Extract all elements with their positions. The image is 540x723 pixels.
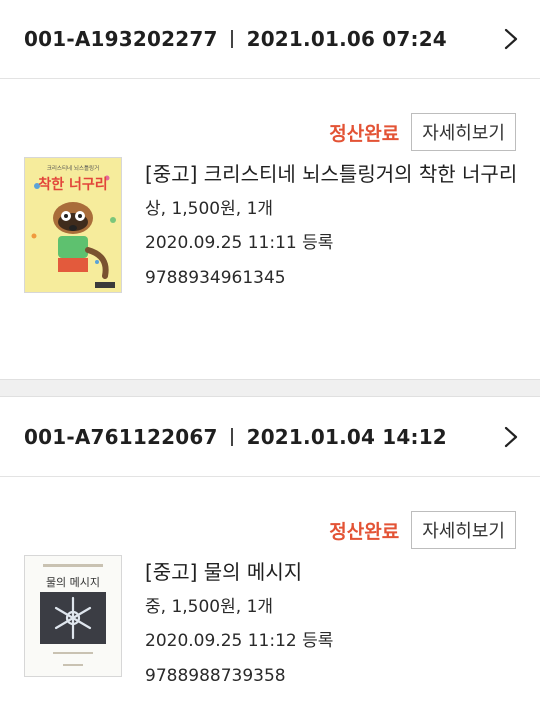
status-row: 정산완료 자세히보기 — [329, 113, 516, 151]
order-header[interactable]: 001-A761122067 2021.01.04 14:12 — [0, 397, 540, 477]
item-condition-price: 상, 1,500원, 1개 — [145, 199, 274, 219]
svg-text:착한 너구리: 착한 너구리 — [38, 176, 107, 193]
detail-button[interactable]: 자세히보기 — [411, 511, 516, 549]
status-badge: 정산완료 — [329, 122, 400, 145]
book-cover[interactable]: 물의 메시지 — [24, 555, 122, 677]
item-info: [중고] 물의 메시지 중, 1,500원, 1개 2020.09.25 11:… — [145, 557, 518, 686]
order-datetime: 2021.01.04 14:12 — [246, 424, 447, 449]
header-divider — [230, 30, 233, 48]
item-info: [중고] 크리스티네 뇌스틀링거의 착한 너구리 상, 1,500원, 1개 2… — [145, 159, 518, 288]
item-isbn: 9788988739358 — [145, 666, 286, 686]
order-id: 001-A193202277 — [24, 27, 218, 51]
item-title[interactable]: [중고] 크리스티네 뇌스틀링거의 착한 너구리 — [145, 159, 518, 190]
order-item: 정산완료 자세히보기 크리스티네 뇌스틀링거 착한 너구리 [중고] 크리스티네… — [0, 79, 540, 379]
book-cover[interactable]: 크리스티네 뇌스틀링거 착한 너구리 — [24, 157, 122, 293]
chevron-right-icon[interactable] — [504, 28, 518, 50]
order-item: 정산완료 자세히보기 물의 메시지 [중고] 물의 메시지 중, 1,500원,… — [0, 477, 540, 722]
order-id: 001-A761122067 — [24, 424, 218, 449]
detail-button[interactable]: 자세히보기 — [411, 113, 516, 151]
item-title[interactable]: [중고] 물의 메시지 — [145, 557, 518, 588]
section-divider — [0, 379, 540, 397]
svg-text:크리스티네 뇌스틀링거: 크리스티네 뇌스틀링거 — [47, 164, 99, 172]
item-registered: 2020.09.25 11:12 등록 — [145, 631, 334, 651]
item-isbn: 9788934961345 — [145, 268, 286, 288]
status-badge: 정산완료 — [329, 520, 400, 543]
item-registered: 2020.09.25 11:11 등록 — [145, 233, 334, 253]
header-divider — [230, 427, 233, 446]
status-row: 정산완료 자세히보기 — [329, 511, 516, 549]
order-card-1: 001-A193202277 2021.01.06 07:24 정산완료 자세히… — [0, 0, 540, 379]
order-card-2: 001-A761122067 2021.01.04 14:12 정산완료 자세히… — [0, 397, 540, 722]
order-header[interactable]: 001-A193202277 2021.01.06 07:24 — [0, 0, 540, 79]
chevron-right-icon[interactable] — [504, 426, 518, 448]
item-condition-price: 중, 1,500원, 1개 — [145, 597, 274, 617]
svg-text:물의 메시지: 물의 메시지 — [46, 576, 100, 589]
order-datetime: 2021.01.06 07:24 — [246, 27, 447, 51]
